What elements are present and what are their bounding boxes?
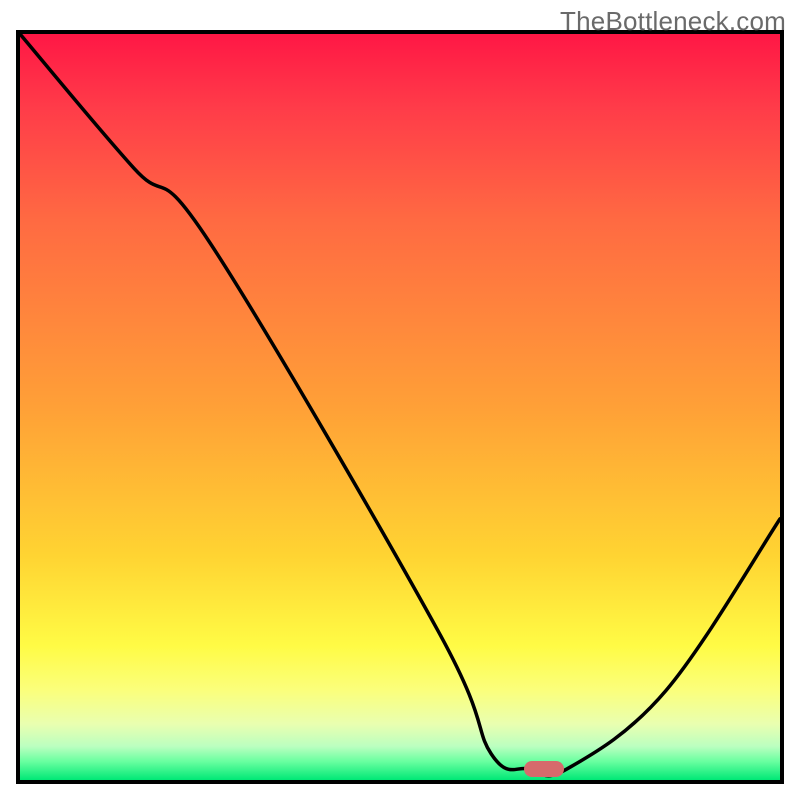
bottleneck-curve <box>20 34 780 780</box>
watermark-text: TheBottleneck.com <box>560 6 786 37</box>
plot-area <box>16 30 784 784</box>
chart-frame: TheBottleneck.com <box>0 0 800 800</box>
bottleneck-marker <box>524 761 564 777</box>
